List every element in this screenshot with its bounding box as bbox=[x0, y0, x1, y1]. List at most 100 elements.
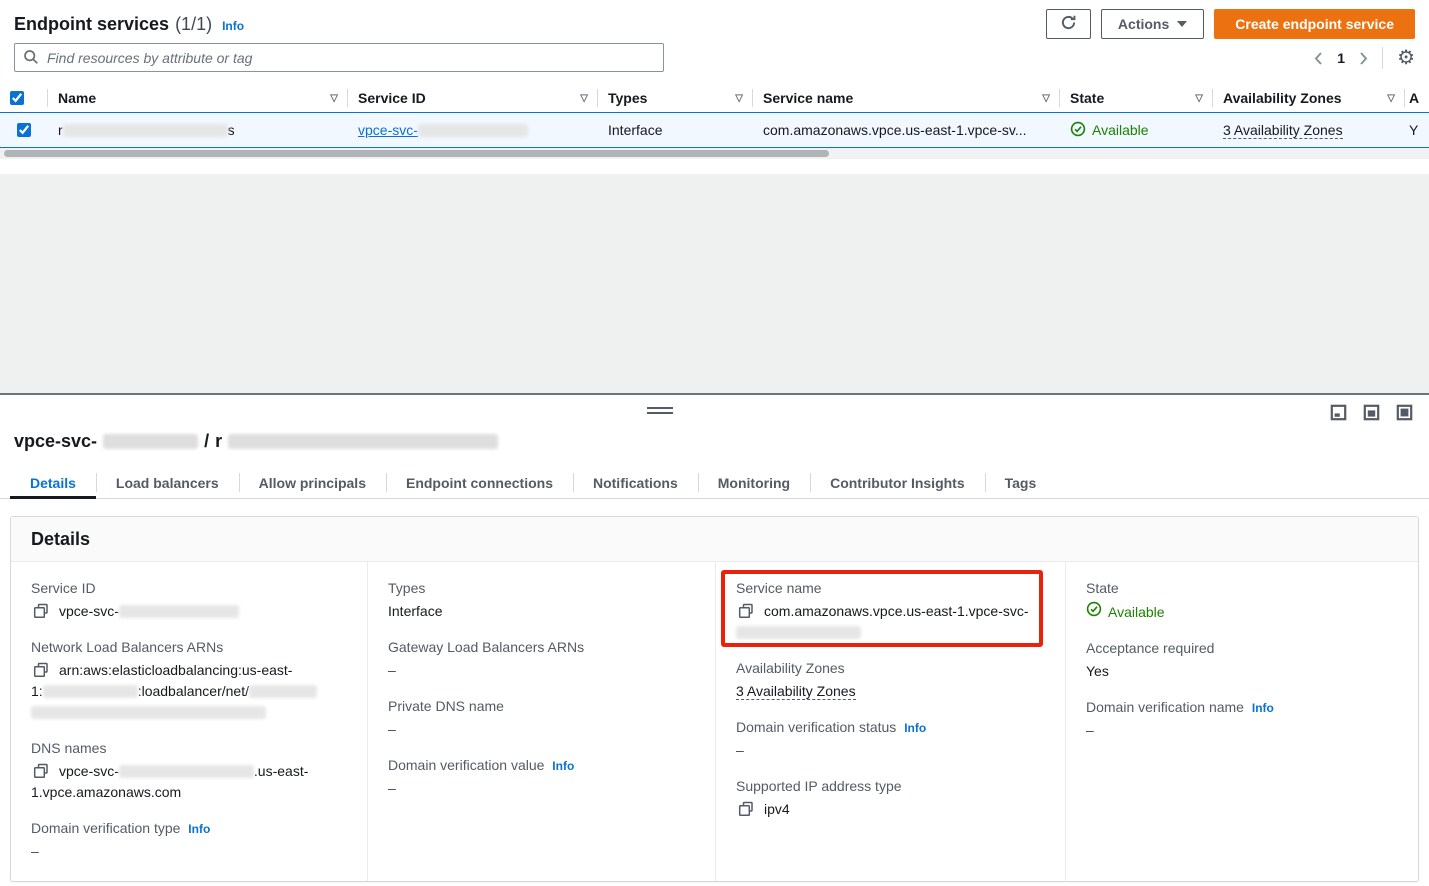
select-all-checkbox[interactable] bbox=[10, 91, 24, 105]
refresh-icon bbox=[1060, 14, 1077, 34]
field-service-name: Service name com.amazonaws.vpce.us-east-… bbox=[736, 580, 1045, 643]
panel-drag-handle[interactable] bbox=[647, 407, 673, 415]
service-id-link[interactable]: vpce-svc- bbox=[358, 122, 528, 138]
panel-size-large-icon[interactable] bbox=[1396, 404, 1413, 421]
sort-icon[interactable]: ▽ bbox=[330, 93, 338, 104]
current-page[interactable]: 1 bbox=[1337, 50, 1345, 66]
details-card-header: Details bbox=[11, 517, 1418, 562]
table-row[interactable]: rs vpce-svc- Interface com.amazonaws.vpc… bbox=[0, 112, 1429, 148]
row-service-name-cell: com.amazonaws.vpce.us-east-1.vpce-sv... bbox=[753, 113, 1060, 147]
available-check-icon bbox=[1086, 601, 1102, 623]
availability-zones-link[interactable]: 3 Availability Zones bbox=[1223, 122, 1343, 139]
divider bbox=[1382, 47, 1383, 69]
tab-endpoint-connections[interactable]: Endpoint connections bbox=[386, 468, 573, 498]
redacted-text bbox=[119, 765, 254, 778]
panel-size-medium-icon[interactable] bbox=[1363, 404, 1380, 421]
row-select-cell bbox=[0, 113, 48, 147]
info-link[interactable]: Info bbox=[188, 822, 210, 836]
field-private-dns-name: Private DNS name – bbox=[388, 698, 695, 740]
row-truncated-cell: Y bbox=[1405, 113, 1429, 147]
available-check-icon bbox=[1070, 121, 1086, 140]
horizontal-scrollbar bbox=[0, 148, 1429, 159]
row-state-cell: Available bbox=[1060, 113, 1213, 147]
field-types: Types Interface bbox=[388, 580, 695, 622]
redacted-text bbox=[249, 685, 317, 698]
field-nlb-arns: Network Load Balancers ARNs arn:aws:elas… bbox=[31, 639, 347, 723]
field-domain-verification-value: Domain verification value Info – bbox=[388, 757, 695, 799]
tab-notifications[interactable]: Notifications bbox=[573, 468, 698, 498]
search-bar bbox=[14, 43, 664, 72]
tab-load-balancers[interactable]: Load balancers bbox=[96, 468, 239, 498]
details-card-body: Service ID vpce-svc- Network Load Balanc… bbox=[11, 562, 1418, 881]
empty-area bbox=[0, 174, 1429, 393]
details-column-1: Service ID vpce-svc- Network Load Balanc… bbox=[11, 562, 368, 881]
details-column-2: Types Interface Gateway Load Balancers A… bbox=[368, 562, 716, 881]
toolbar-buttons: Actions Create endpoint service bbox=[1046, 9, 1415, 39]
row-checkbox[interactable] bbox=[17, 123, 31, 137]
redacted-text bbox=[31, 706, 266, 719]
sort-icon[interactable]: ▽ bbox=[1387, 93, 1395, 104]
detail-split-panel: vpce-svc- / r Details Load balancers All… bbox=[0, 393, 1429, 886]
column-header-service-id[interactable]: Service ID▽ bbox=[348, 84, 598, 112]
column-header-state[interactable]: State▽ bbox=[1060, 84, 1213, 112]
scrollbar-thumb[interactable] bbox=[4, 150, 829, 157]
row-types-cell: Interface bbox=[598, 113, 753, 147]
chevron-down-icon bbox=[1177, 21, 1187, 27]
tab-details[interactable]: Details bbox=[10, 468, 96, 498]
panel-size-small-icon[interactable] bbox=[1330, 404, 1347, 421]
state-badge: Available bbox=[1108, 602, 1165, 623]
column-header-name[interactable]: Name▽ bbox=[48, 84, 348, 112]
redacted-text bbox=[736, 626, 861, 639]
sort-icon[interactable]: ▽ bbox=[580, 93, 588, 104]
redacted-text bbox=[63, 124, 228, 137]
redacted-text bbox=[228, 434, 498, 449]
field-supported-ip: Supported IP address type ipv4 bbox=[736, 778, 1045, 820]
info-link[interactable]: Info bbox=[552, 759, 574, 773]
row-service-id-cell: vpce-svc- bbox=[348, 113, 598, 147]
search-icon bbox=[23, 49, 39, 68]
tab-monitoring[interactable]: Monitoring bbox=[698, 468, 810, 498]
refresh-button[interactable] bbox=[1046, 9, 1091, 39]
pagination: 1 ⚙ bbox=[1314, 45, 1415, 71]
info-link[interactable]: Info bbox=[904, 721, 926, 735]
copy-icon[interactable] bbox=[738, 603, 754, 619]
field-availability-zones: Availability Zones 3 Availability Zones bbox=[736, 660, 1045, 702]
field-acceptance-required: Acceptance required Yes bbox=[1086, 640, 1398, 682]
next-page-icon[interactable] bbox=[1359, 51, 1368, 66]
copy-icon[interactable] bbox=[33, 603, 49, 619]
page-header: Endpoint services (1/1) Info Actions Cre… bbox=[14, 8, 1415, 40]
settings-gear-icon[interactable]: ⚙ bbox=[1397, 48, 1415, 68]
column-header-service-name[interactable]: Service name▽ bbox=[753, 84, 1060, 112]
column-header-types[interactable]: Types▽ bbox=[598, 84, 753, 112]
field-dns-names: DNS names vpce-svc-.us-east- 1.vpce.amaz… bbox=[31, 740, 347, 803]
field-glb-arns: Gateway Load Balancers ARNs – bbox=[388, 639, 695, 681]
copy-icon[interactable] bbox=[33, 763, 49, 779]
sort-icon[interactable]: ▽ bbox=[1042, 93, 1050, 104]
tab-contributor-insights[interactable]: Contributor Insights bbox=[810, 468, 985, 498]
redacted-text bbox=[103, 434, 198, 449]
column-header-truncated[interactable]: A bbox=[1405, 84, 1429, 112]
copy-icon[interactable] bbox=[738, 801, 754, 817]
row-az-cell: 3 Availability Zones bbox=[1213, 113, 1405, 147]
tab-tags[interactable]: Tags bbox=[985, 468, 1057, 498]
tab-allow-principals[interactable]: Allow principals bbox=[239, 468, 386, 498]
actions-button[interactable]: Actions bbox=[1101, 9, 1204, 39]
field-state: State Available bbox=[1086, 580, 1398, 623]
actions-button-label: Actions bbox=[1118, 16, 1169, 32]
availability-zones-link[interactable]: 3 Availability Zones bbox=[736, 683, 856, 700]
create-endpoint-service-button[interactable]: Create endpoint service bbox=[1214, 9, 1415, 39]
table-header: Name▽ Service ID▽ Types▽ Service name▽ S… bbox=[0, 84, 1429, 112]
info-link[interactable]: Info bbox=[1252, 701, 1274, 715]
field-domain-verification-type: Domain verification type Info – bbox=[31, 820, 347, 862]
column-header-availability-zones[interactable]: Availability Zones▽ bbox=[1213, 84, 1405, 112]
sort-icon[interactable]: ▽ bbox=[1195, 93, 1203, 104]
previous-page-icon[interactable] bbox=[1314, 51, 1323, 66]
field-domain-verification-name: Domain verification name Info – bbox=[1086, 699, 1398, 741]
state-badge: Available bbox=[1092, 122, 1149, 138]
sort-icon[interactable]: ▽ bbox=[735, 93, 743, 104]
redacted-text bbox=[418, 124, 528, 137]
copy-icon[interactable] bbox=[33, 662, 49, 678]
info-link[interactable]: Info bbox=[222, 19, 244, 33]
search-input[interactable] bbox=[14, 43, 664, 72]
details-card: Details Service ID vpce-svc- Network Loa… bbox=[10, 516, 1419, 882]
